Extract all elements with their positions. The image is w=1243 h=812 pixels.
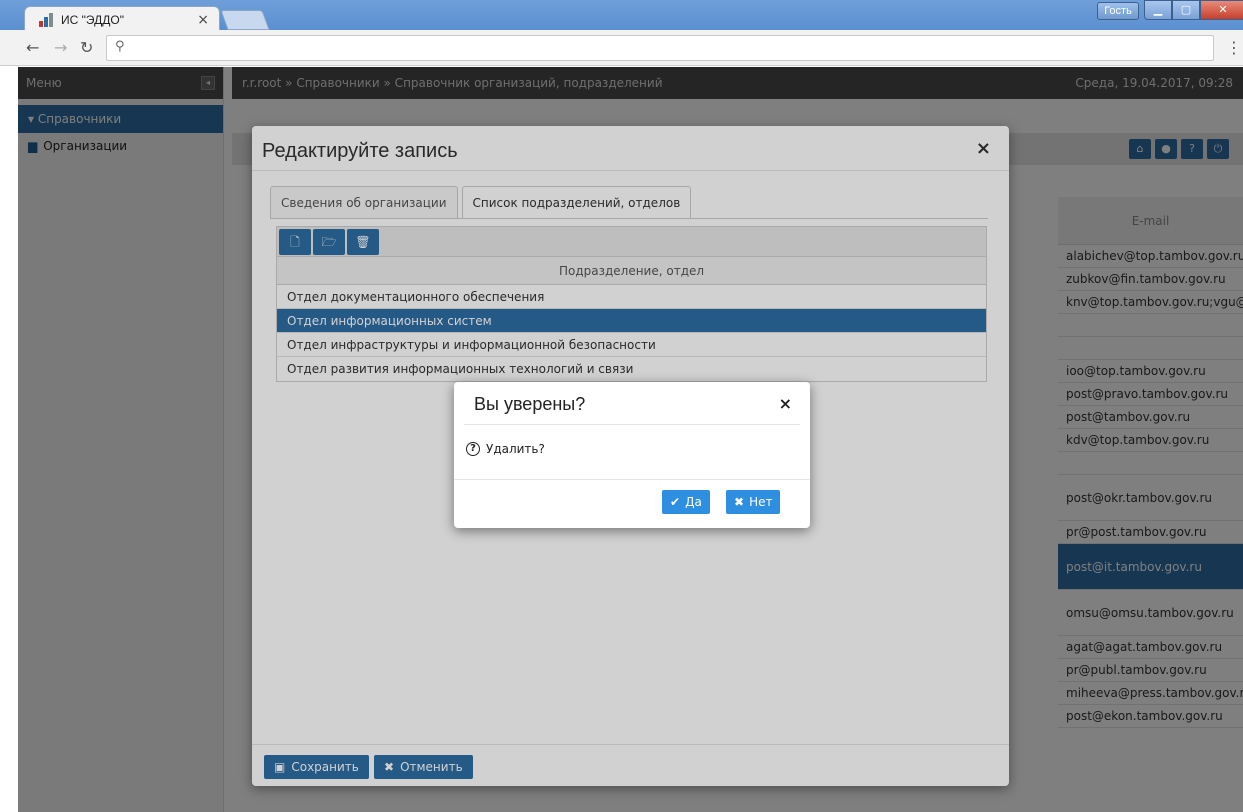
confirm-close-icon[interactable]: ×	[779, 394, 792, 413]
tab-title: ИС "ЭДДО"	[61, 12, 124, 27]
yes-button[interactable]: ✔ Да	[662, 490, 710, 514]
confirm-dialog: Вы уверены? × ? Удалить? ✔ Да ✖ Нет	[454, 382, 810, 528]
browser-menu-icon[interactable]: ⋮	[1226, 38, 1242, 57]
new-tab-button[interactable]	[220, 10, 270, 30]
check-icon: ✔	[670, 495, 681, 509]
no-label: Нет	[749, 495, 773, 509]
divider	[454, 479, 810, 480]
x-icon: ✖	[734, 495, 745, 509]
confirm-message-text: Удалить?	[486, 442, 545, 456]
forward-icon[interactable]: →	[54, 38, 67, 57]
search-icon: ⚲	[115, 39, 125, 54]
question-icon: ?	[466, 442, 480, 456]
confirm-message: ? Удалить?	[466, 442, 545, 456]
guest-profile-button[interactable]: Гость	[1097, 2, 1139, 20]
minimize-icon[interactable]: ▁	[1144, 0, 1172, 20]
omnibox-input[interactable]: ⚲	[106, 35, 1214, 61]
app-favicon-icon	[39, 12, 53, 27]
browser-tab[interactable]: ИС "ЭДДО" ×	[24, 6, 220, 32]
maximize-icon[interactable]: ▢	[1172, 0, 1200, 20]
back-icon[interactable]: ←	[26, 38, 39, 57]
yes-label: Да	[685, 495, 702, 509]
confirm-title: Вы уверены?	[474, 394, 586, 414]
divider	[464, 424, 800, 425]
reload-icon[interactable]: ↻	[80, 38, 93, 57]
window-controls: ▁ ▢ ✕	[1144, 0, 1243, 20]
no-button[interactable]: ✖ Нет	[726, 490, 781, 514]
tab-close-icon[interactable]: ×	[197, 12, 209, 28]
address-bar: ← → ↻ ⚲ ⋮	[0, 30, 1243, 66]
window-close-icon[interactable]: ✕	[1200, 0, 1243, 20]
browser-titlebar: ИС "ЭДДО" × Гость ▁ ▢ ✕	[0, 0, 1243, 32]
